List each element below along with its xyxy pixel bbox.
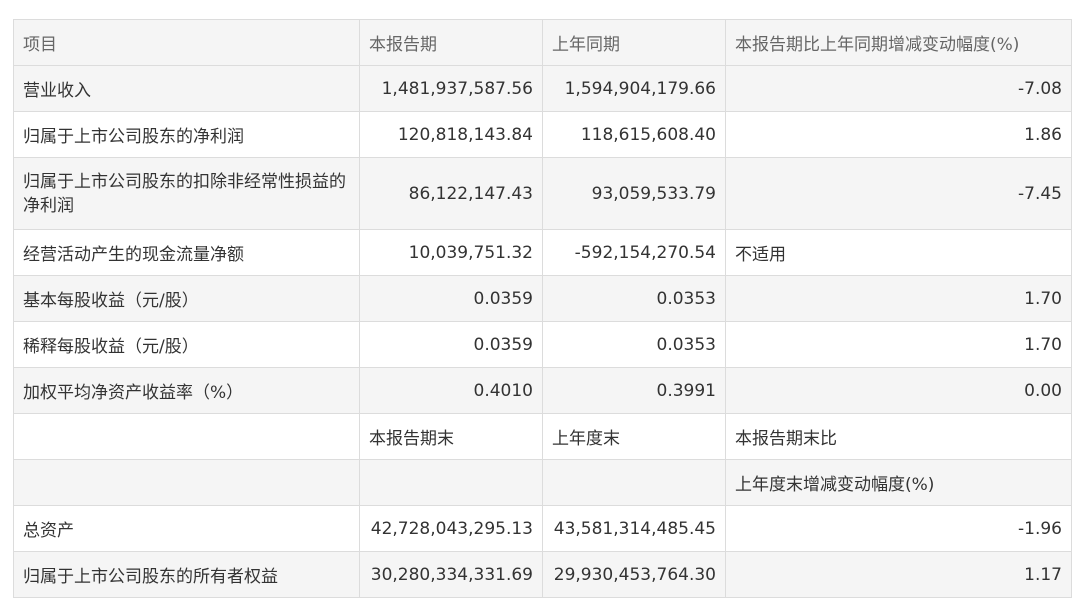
row-change-value: 不适用 — [725, 229, 1072, 276]
empty-cell — [542, 459, 726, 506]
row-change-value: -7.45 — [725, 157, 1072, 230]
period-end-header-change: 本报告期末比 — [725, 413, 1072, 460]
row-change-value: -1.96 — [725, 505, 1072, 552]
row-item-label: 加权平均净资产收益率（%） — [13, 367, 360, 414]
row-change-value: 1.70 — [725, 321, 1072, 368]
row-current-value: 120,818,143.84 — [359, 111, 543, 158]
row-prior-value: 118,615,608.40 — [542, 111, 726, 158]
row-change-value: 1.70 — [725, 275, 1072, 322]
table-row: 加权平均净资产收益率（%） 0.4010 0.3991 0.00 — [13, 367, 1072, 414]
header-item: 项目 — [13, 19, 360, 66]
header-current-period: 本报告期 — [359, 19, 543, 66]
row-change-value: 0.00 — [725, 367, 1072, 414]
period-end-header-item — [13, 413, 360, 460]
row-item-label: 营业收入 — [13, 65, 360, 112]
row-current-value: 0.0359 — [359, 321, 543, 368]
row-current-value: 0.4010 — [359, 367, 543, 414]
row-prior-value: 29,930,453,764.30 — [542, 551, 726, 598]
period-end-header-prior: 上年度末 — [542, 413, 726, 460]
row-change-value: 1.17 — [725, 551, 1072, 598]
period-end-subheader-row: 上年度末增减变动幅度(%) — [13, 459, 1072, 506]
row-change-value: -7.08 — [725, 65, 1072, 112]
table-row: 经营活动产生的现金流量净额 10,039,751.32 -592,154,270… — [13, 229, 1072, 276]
row-item-label: 归属于上市公司股东的净利润 — [13, 111, 360, 158]
row-item-label: 经营活动产生的现金流量净额 — [13, 229, 360, 276]
row-current-value: 42,728,043,295.13 — [359, 505, 543, 552]
table-row: 稀释每股收益（元/股） 0.0359 0.0353 1.70 — [13, 321, 1072, 368]
row-prior-value: -592,154,270.54 — [542, 229, 726, 276]
table-row: 基本每股收益（元/股） 0.0359 0.0353 1.70 — [13, 275, 1072, 322]
period-end-header-row: 本报告期末 上年度末 本报告期末比 — [13, 413, 1072, 460]
table-row: 归属于上市公司股东的扣除非经常性损益的净利润 86,122,147.43 93,… — [13, 157, 1072, 230]
row-prior-value: 93,059,533.79 — [542, 157, 726, 230]
row-item-label: 基本每股收益（元/股） — [13, 275, 360, 322]
row-item-label: 归属于上市公司股东的所有者权益 — [13, 551, 360, 598]
table-row: 总资产 42,728,043,295.13 43,581,314,485.45 … — [13, 505, 1072, 552]
header-change-pct: 本报告期比上年同期增减变动幅度(%) — [725, 19, 1072, 66]
row-current-value: 1,481,937,587.56 — [359, 65, 543, 112]
row-current-value: 30,280,334,331.69 — [359, 551, 543, 598]
period-end-subheader-change: 上年度末增减变动幅度(%) — [725, 459, 1072, 506]
row-prior-value: 0.0353 — [542, 321, 726, 368]
table-row: 营业收入 1,481,937,587.56 1,594,904,179.66 -… — [13, 65, 1072, 112]
row-current-value: 10,039,751.32 — [359, 229, 543, 276]
header-prior-period: 上年同期 — [542, 19, 726, 66]
empty-cell — [13, 459, 360, 506]
row-prior-value: 1,594,904,179.66 — [542, 65, 726, 112]
row-item-label: 总资产 — [13, 505, 360, 552]
row-item-label: 归属于上市公司股东的扣除非经常性损益的净利润 — [13, 157, 360, 230]
empty-cell — [359, 459, 543, 506]
row-change-value: 1.86 — [725, 111, 1072, 158]
table-row: 归属于上市公司股东的所有者权益 30,280,334,331.69 29,930… — [13, 551, 1072, 598]
row-prior-value: 43,581,314,485.45 — [542, 505, 726, 552]
row-current-value: 86,122,147.43 — [359, 157, 543, 230]
table-row: 归属于上市公司股东的净利润 120,818,143.84 118,615,608… — [13, 111, 1072, 158]
table-header-row: 项目 本报告期 上年同期 本报告期比上年同期增减变动幅度(%) — [13, 19, 1072, 66]
financial-data-table: 项目 本报告期 上年同期 本报告期比上年同期增减变动幅度(%) 营业收入 1,4… — [13, 19, 1072, 598]
period-end-header-current: 本报告期末 — [359, 413, 543, 460]
row-item-label: 稀释每股收益（元/股） — [13, 321, 360, 368]
row-prior-value: 0.0353 — [542, 275, 726, 322]
row-prior-value: 0.3991 — [542, 367, 726, 414]
row-current-value: 0.0359 — [359, 275, 543, 322]
